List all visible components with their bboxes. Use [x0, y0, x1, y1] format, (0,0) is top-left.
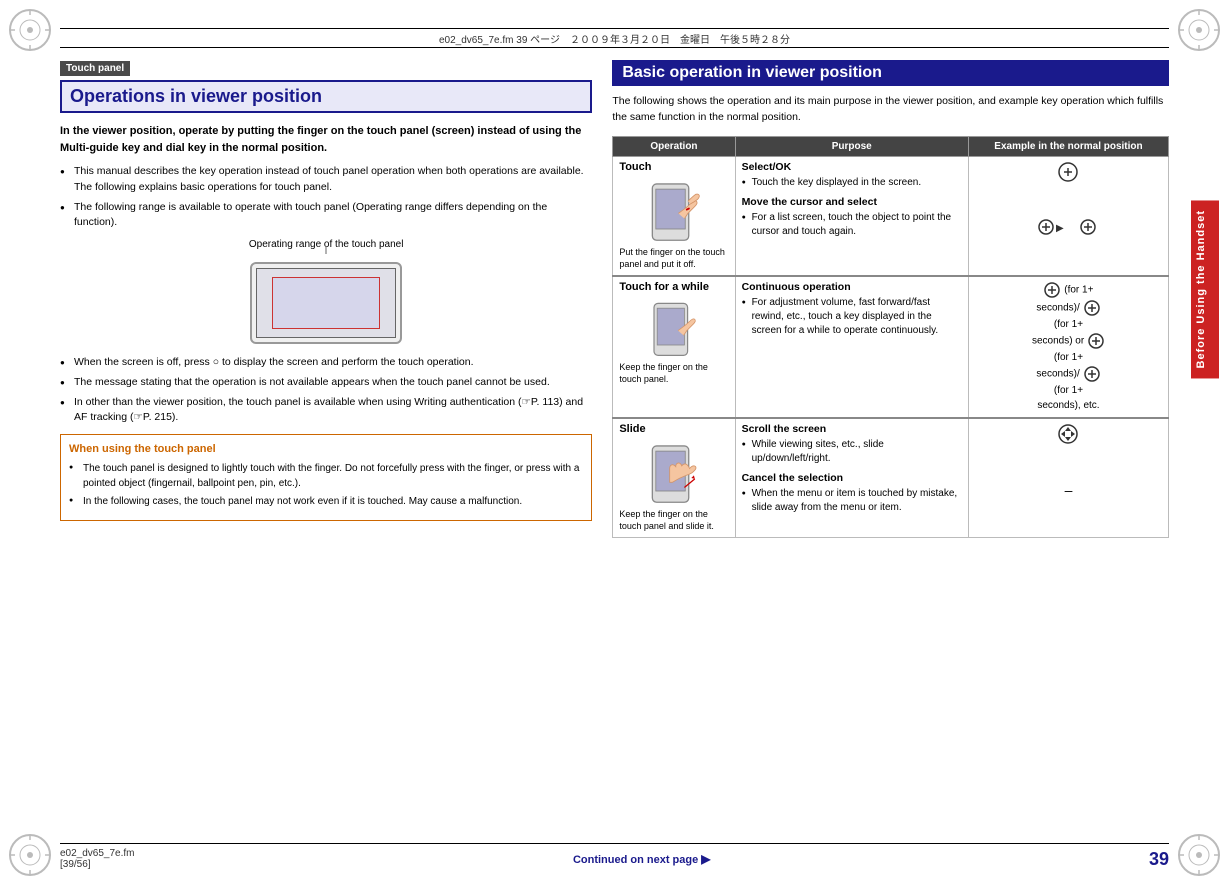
bottom-pageid: [39/56] [60, 859, 91, 870]
touch-while-op-cell: Touch for a while Keep the finger on the… [613, 276, 735, 418]
touch-purpose-title-1: Select/OK [742, 161, 962, 173]
touch-hand-icon [639, 177, 709, 242]
warning-box: When using the touch panel The touch pan… [60, 434, 592, 521]
slide-example-1 [975, 423, 1162, 448]
touch-while-op-sub: Keep the finger on the touch panel. [619, 361, 728, 386]
right-column: Basic operation in viewer position The f… [612, 60, 1169, 835]
touch-op-name: Touch [619, 161, 728, 173]
touch-panel-label: Touch panel [60, 61, 130, 76]
touch-while-example-cell: (for 1+ seconds)/ (for 1+ seconds) or [968, 276, 1168, 418]
slide-purpose-bullet-1: While viewing sites, etc., slide up/down… [742, 438, 962, 466]
touch-op-cell: Touch Put the finger on the t [613, 156, 735, 276]
circle-plus-icon [1057, 161, 1079, 183]
device-diagram [250, 262, 402, 344]
continued-label: Continued on next page [573, 854, 698, 866]
slide-op-sub: Keep the finger on the touch panel and s… [619, 508, 728, 533]
left-column: Touch panel Operations in viewer positio… [60, 60, 592, 835]
table-header-example: Example in the normal position [968, 136, 1168, 156]
circle-3-icon [1087, 332, 1105, 350]
svg-text:▶: ▶ [1056, 223, 1064, 234]
diagram-container: Operating range of the touch panel [60, 239, 592, 347]
device-screen [256, 268, 396, 338]
corner-decoration-bl [5, 830, 55, 880]
operation-table: Operation Purpose Example in the normal … [612, 136, 1169, 538]
touch-example-cell: ▶ [968, 156, 1168, 276]
slide-op-name: Slide [619, 423, 728, 435]
slide-hand-icon [639, 439, 709, 504]
slide-purpose-bullet-2: When the menu or item is touched by mist… [742, 487, 962, 515]
page-number: 39 [1149, 849, 1169, 870]
intro-bullet-2: The following range is available to oper… [60, 200, 592, 232]
table-header-purpose: Purpose [735, 136, 968, 156]
scroll-icon [1057, 423, 1079, 445]
touch-purpose-bullet-2: For a list screen, touch the object to p… [742, 211, 962, 239]
intro-bold-text: In the viewer position, operate by putti… [60, 123, 592, 156]
circle-2-icon [1083, 299, 1101, 317]
warning-bullet-2: In the following cases, the touch panel … [69, 494, 583, 509]
table-row-slide: Slide Keep the finger on the touch panel… [613, 418, 1169, 538]
warning-list: The touch panel is designed to lightly t… [69, 461, 583, 509]
warning-title: When using the touch panel [69, 443, 583, 455]
right-section-title: Basic operation in viewer position [612, 60, 1169, 86]
file-metadata: e02_dv65_7e.fm 39 ページ ２００９年３月２０日 金曜日 午後５… [439, 31, 790, 46]
circle-arrow-circle-icon: ▶ [1038, 216, 1098, 238]
touch-purpose-title-2: Move the cursor and select [742, 196, 962, 208]
sidebar-text: Before Using the Handset [1195, 210, 1207, 368]
slide-purpose-cell: Scroll the screen While viewing sites, e… [735, 418, 968, 538]
circle-4-icon [1083, 365, 1101, 383]
screen-highlight [272, 277, 380, 329]
table-row-touch: Touch Put the finger on the t [613, 156, 1169, 276]
touch-purpose-bullet-1: Touch the key displayed in the screen. [742, 176, 962, 190]
screen-bullet-1: When the screen is off, press ○ to displ… [60, 355, 592, 371]
screen-bullet-3: In other than the viewer position, the t… [60, 395, 592, 427]
touch-example-2: ▶ [975, 216, 1162, 241]
slide-example-cell: – [968, 418, 1168, 538]
touch-while-op-name: Touch for a while [619, 281, 728, 293]
table-header-operation: Operation [613, 136, 735, 156]
bottom-filename: e02_dv65_7e.fm [60, 848, 135, 859]
slide-example-2: – [975, 482, 1162, 498]
screen-bullet-list: When the screen is off, press ○ to displ… [60, 355, 592, 426]
continued-arrow-icon: ▶ [701, 852, 710, 866]
right-intro-text: The following shows the operation and it… [612, 94, 1169, 126]
touch-while-purpose-cell: Continuous operation For adjustment volu… [735, 276, 968, 418]
touch-while-hand-icon [639, 297, 709, 357]
intro-bullet-list: This manual describes the key operation … [60, 164, 592, 231]
screen-bullet-2: The message stating that the operation i… [60, 375, 592, 391]
chapter-sidebar: Before Using the Handset [1191, 200, 1219, 378]
touch-example-1 [975, 161, 1162, 186]
slide-purpose-title-2: Cancel the selection [742, 472, 962, 484]
corner-decoration-tr [1174, 5, 1224, 55]
circle-1-icon [1043, 281, 1061, 299]
table-row-touch-while: Touch for a while Keep the finger on the… [613, 276, 1169, 418]
left-section-title: Operations in viewer position [60, 80, 592, 113]
touch-while-example-text: (for 1+ seconds)/ (for 1+ seconds) or [975, 281, 1162, 413]
bottom-file-info: e02_dv65_7e.fm [39/56] [60, 848, 135, 870]
warning-bullet-1: The touch panel is designed to lightly t… [69, 461, 583, 491]
intro-bullet-1: This manual describes the key operation … [60, 164, 592, 196]
diagram-label: Operating range of the touch panel [60, 239, 592, 250]
slide-op-cell: Slide Keep the finger on the touch panel… [613, 418, 735, 538]
touch-purpose-cell: Select/OK Touch the key displayed in the… [735, 156, 968, 276]
corner-decoration-tl [5, 5, 55, 55]
touch-op-sub: Put the finger on the touch panel and pu… [619, 246, 728, 271]
touch-while-purpose-bullet: For adjustment volume, fast forward/fast… [742, 296, 962, 338]
corner-decoration-br [1174, 830, 1224, 880]
bottom-bar: e02_dv65_7e.fm [39/56] Continued on next… [60, 843, 1169, 870]
slide-purpose-title-1: Scroll the screen [742, 423, 962, 435]
top-metadata-bar: e02_dv65_7e.fm 39 ページ ２００９年３月２０日 金曜日 午後５… [60, 28, 1169, 48]
touch-while-purpose-title: Continuous operation [742, 281, 962, 293]
continued-text: Continued on next page ▶ [573, 852, 711, 866]
main-content: Touch panel Operations in viewer positio… [60, 60, 1169, 835]
